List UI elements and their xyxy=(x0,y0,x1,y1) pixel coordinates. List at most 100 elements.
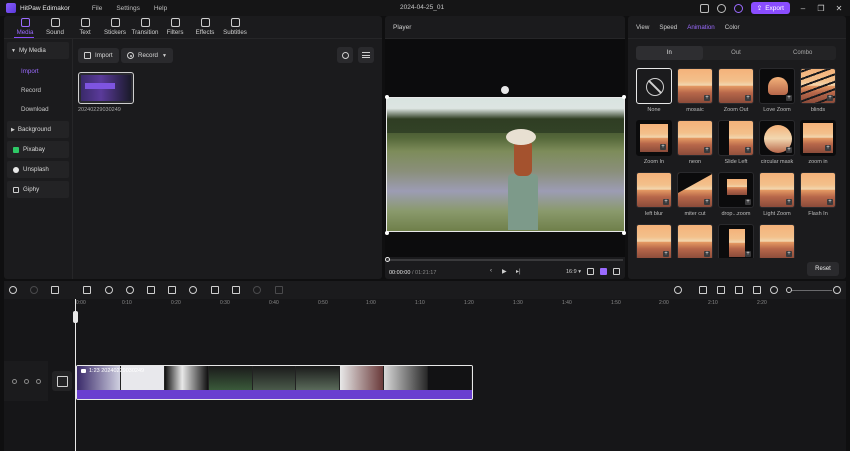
animation-item-circular-mask[interactable]: + circular mask xyxy=(759,120,795,165)
animation-item-none[interactable]: None xyxy=(636,68,672,113)
sidebar-item-giphy[interactable]: Giphy xyxy=(7,181,69,198)
zoom-in-icon[interactable] xyxy=(833,286,841,294)
sidebar-item-import[interactable]: Import xyxy=(7,62,69,81)
animation-item-blinds[interactable]: + blinds xyxy=(800,68,836,113)
sidebar-item-my-media[interactable]: ▼ My Media xyxy=(7,42,69,59)
redo-icon[interactable] xyxy=(30,286,38,294)
sidebar-item-download[interactable]: Download xyxy=(7,100,69,119)
maximize-icon[interactable]: ❐ xyxy=(816,4,826,13)
speed-icon[interactable] xyxy=(126,286,134,294)
add-icon[interactable]: + xyxy=(704,95,710,101)
resize-handle[interactable] xyxy=(622,231,626,235)
animation-item-mosaic[interactable]: + mosaic xyxy=(677,68,713,113)
animation-item-miter-cut[interactable]: + miter cut xyxy=(677,172,713,217)
tab-transition[interactable]: Transition xyxy=(130,16,160,38)
add-icon[interactable]: + xyxy=(704,199,710,205)
menu-help[interactable]: Help xyxy=(154,5,167,12)
playhead-handle[interactable] xyxy=(73,311,78,323)
add-icon[interactable]: + xyxy=(663,251,669,257)
message-icon[interactable] xyxy=(699,3,709,13)
zoom-out-icon[interactable] xyxy=(770,286,778,294)
add-icon[interactable]: + xyxy=(827,199,833,205)
grid-icon[interactable] xyxy=(600,268,607,275)
mute-icon[interactable] xyxy=(36,379,41,384)
adjust-icon[interactable] xyxy=(232,286,240,294)
animation-item[interactable]: + xyxy=(718,224,754,258)
timeline[interactable]: 0:00 0:10 0:20 0:30 0:40 0:50 1:00 1:10 … xyxy=(4,299,846,451)
zoom-slider-knob[interactable] xyxy=(786,287,792,293)
tab-effects[interactable]: Effects xyxy=(190,16,220,38)
animation-item-neon[interactable]: + neon xyxy=(677,120,713,165)
resize-handle[interactable] xyxy=(385,231,389,235)
tab-text[interactable]: Text xyxy=(70,16,100,38)
close-icon[interactable]: ✕ xyxy=(834,4,844,13)
animation-item-love-zoom[interactable]: + Love Zoom xyxy=(759,68,795,113)
animation-item-left-blur[interactable]: + left blur xyxy=(636,172,672,217)
snap-icon[interactable] xyxy=(717,286,725,294)
undo-icon[interactable] xyxy=(9,286,17,294)
segment-out[interactable]: Out xyxy=(703,46,770,60)
replace-media-icon[interactable] xyxy=(52,371,72,391)
animation-item[interactable]: + xyxy=(677,224,713,258)
fullscreen-icon[interactable] xyxy=(613,268,620,275)
rotate-handle[interactable] xyxy=(501,86,509,94)
add-icon[interactable]: + xyxy=(745,147,751,153)
add-icon[interactable]: + xyxy=(660,144,666,150)
rotate-icon[interactable] xyxy=(168,286,176,294)
import-button[interactable]: Import xyxy=(78,48,119,63)
add-marker-icon[interactable] xyxy=(253,286,261,294)
play-icon[interactable]: ▶ xyxy=(502,268,507,275)
gift-icon[interactable] xyxy=(716,3,726,13)
tab-subtitles[interactable]: Subtitles xyxy=(220,16,250,38)
add-icon[interactable]: + xyxy=(745,95,751,101)
playback-progress-knob[interactable] xyxy=(385,257,390,262)
tab-sound[interactable]: Sound xyxy=(40,16,70,38)
animation-item-zoom-in-2[interactable]: + zoom in xyxy=(800,120,836,165)
tab-media[interactable]: Media xyxy=(10,16,40,38)
animation-item-drop-zoom[interactable]: + drop...zoom xyxy=(718,172,754,217)
media-thumbnail[interactable] xyxy=(78,72,134,104)
tab-filters[interactable]: Filters xyxy=(160,16,190,38)
animation-item-slide-left[interactable]: + Slide Left xyxy=(718,120,754,165)
add-icon[interactable]: + xyxy=(745,199,751,205)
menu-settings[interactable]: Settings xyxy=(116,5,140,12)
tab-animation[interactable]: Animation xyxy=(687,24,715,31)
sort-button[interactable] xyxy=(358,47,374,63)
add-icon[interactable]: + xyxy=(786,199,792,205)
sidebar-item-unsplash[interactable]: Unsplash xyxy=(7,161,69,178)
eye-icon[interactable] xyxy=(24,379,29,384)
zoom-slider[interactable] xyxy=(788,290,832,291)
microphone-icon[interactable] xyxy=(674,286,682,294)
link-icon[interactable] xyxy=(699,286,707,294)
record-dropdown[interactable]: Record ▼ xyxy=(121,48,173,63)
tab-view[interactable]: View xyxy=(636,24,649,31)
animation-item[interactable]: + xyxy=(636,224,672,258)
track-preview-icon[interactable] xyxy=(753,286,761,294)
menu-file[interactable]: File xyxy=(92,5,102,12)
freeze-icon[interactable] xyxy=(105,286,113,294)
crop-icon[interactable] xyxy=(147,286,155,294)
sidebar-item-background[interactable]: ▶ Background xyxy=(7,121,69,138)
segment-in[interactable]: In xyxy=(636,46,703,60)
account-icon[interactable] xyxy=(733,3,743,13)
mask-icon[interactable] xyxy=(189,286,197,294)
add-icon[interactable]: + xyxy=(704,251,710,257)
add-icon[interactable]: + xyxy=(786,251,792,257)
aspect-ratio-dropdown[interactable]: 16:9 ▾ xyxy=(566,269,581,275)
add-icon[interactable]: + xyxy=(704,147,710,153)
sidebar-item-pixabay[interactable]: Pixabay xyxy=(7,141,69,158)
minimize-icon[interactable]: – xyxy=(798,4,808,13)
segment-combo[interactable]: Combo xyxy=(769,46,836,60)
previous-frame-icon[interactable]: ‹ xyxy=(490,268,492,274)
tab-stickers[interactable]: Stickers xyxy=(100,16,130,38)
video-clip[interactable]: 1:23 20240229030249 xyxy=(76,365,473,400)
animation-item-zoom-in[interactable]: + Zoom In xyxy=(636,120,672,165)
tab-speed[interactable]: Speed xyxy=(659,24,677,31)
audio-detach-icon[interactable] xyxy=(211,286,219,294)
split-icon[interactable] xyxy=(83,286,91,294)
export-button[interactable]: ⇪ Export xyxy=(750,2,790,14)
playback-progress-bar[interactable] xyxy=(387,259,623,261)
add-icon[interactable]: + xyxy=(786,95,792,101)
search-button[interactable] xyxy=(337,47,353,63)
magnet-icon[interactable] xyxy=(735,286,743,294)
